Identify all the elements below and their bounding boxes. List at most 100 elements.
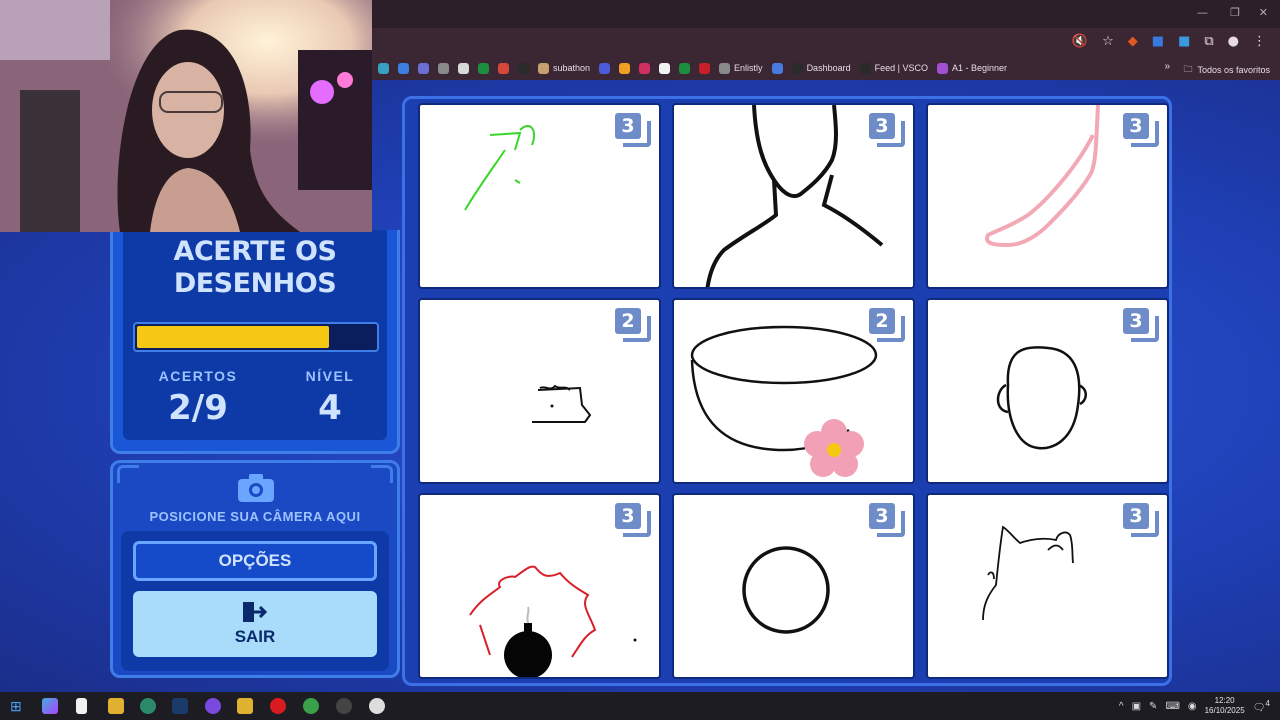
extension-blue-icon[interactable]: ■ — [1178, 34, 1190, 49]
opera-icon[interactable] — [270, 698, 286, 714]
drawing-card-bowl-with-flower[interactable]: 2 — [672, 298, 915, 484]
bookmark-item[interactable] — [659, 62, 671, 74]
webcam-feed — [0, 0, 372, 232]
bookmark-item[interactable] — [438, 62, 449, 74]
bookmark-item[interactable] — [771, 62, 783, 74]
clock[interactable]: 12:20 16/10/2025 — [1205, 696, 1245, 716]
bookmark-favicon-icon — [518, 62, 529, 74]
app-icon[interactable] — [140, 698, 156, 714]
bookmark-item[interactable] — [458, 62, 469, 74]
points-badge: 2 — [869, 308, 905, 342]
tray-chevron-icon[interactable]: ^ — [1119, 701, 1124, 712]
camera-icon — [238, 474, 274, 502]
notifications-icon[interactable]: 🗨4 — [1253, 698, 1270, 713]
drawings-board: 3 3 3 2 2 3 3 3 3 — [402, 96, 1172, 686]
points-badge: 3 — [1123, 113, 1159, 147]
bookmark-label: Enlistly — [734, 63, 763, 73]
badge-value: 3 — [1123, 308, 1149, 334]
minimize-icon[interactable]: — — [1197, 6, 1208, 19]
drawing-card-neck[interactable]: 3 — [672, 103, 915, 289]
copilot-icon[interactable] — [42, 698, 58, 714]
hits-label: ACERTOS — [158, 368, 238, 384]
chrome-icon[interactable] — [303, 698, 319, 714]
score-panel: ACERTE OS DESENHOS ACERTOS 2/9 NÍVEL 4 — [110, 230, 400, 454]
badge-value: 3 — [615, 113, 641, 139]
system-tray: ^ ▣ ✎ ⌨ ◉ 12:20 16/10/2025 🗨4 — [1119, 692, 1280, 720]
bookmark-favicon-icon — [478, 62, 489, 74]
obs-icon[interactable] — [336, 698, 352, 714]
profile-avatar-icon[interactable]: ● — [1228, 34, 1239, 49]
score-panel-inner: ACERTE OS DESENHOS ACERTOS 2/9 NÍVEL 4 — [123, 230, 387, 440]
mute-icon[interactable]: 🔇 — [1072, 34, 1088, 49]
exit-button[interactable]: SAIR — [133, 591, 377, 657]
steam-icon[interactable] — [172, 698, 188, 714]
drawing-card-circle[interactable]: 3 — [672, 493, 915, 679]
bookmark-favicon-icon — [538, 62, 549, 74]
drawing-card-cat[interactable]: 3 — [926, 493, 1169, 679]
exit-label: SAIR — [234, 627, 276, 646]
bookmark-item[interactable]: subathon — [538, 62, 590, 74]
badge-value: 2 — [869, 308, 895, 334]
camera-frame-corner — [117, 465, 139, 483]
bookmark-item[interactable] — [699, 62, 711, 74]
badge-value: 3 — [1123, 503, 1149, 529]
tray-network-icon[interactable]: ◉ — [1188, 701, 1197, 712]
bookmark-item[interactable] — [599, 62, 611, 74]
tray-pen-icon[interactable]: ✎ — [1149, 701, 1157, 712]
options-button[interactable]: OPÇÕES — [133, 541, 377, 581]
drawing-card-green-sketch[interactable]: 3 — [418, 103, 661, 289]
star-icon[interactable]: ☆ — [1102, 34, 1114, 49]
menu-dots-icon[interactable]: ⋮ — [1253, 34, 1266, 49]
points-badge: 3 — [869, 503, 905, 537]
restore-icon[interactable]: ❐ — [1230, 6, 1240, 19]
bookmark-favicon-icon — [791, 62, 803, 74]
close-icon[interactable]: ✕ — [1259, 6, 1268, 19]
bookmark-item[interactable] — [378, 62, 389, 74]
bookmark-item[interactable] — [639, 62, 651, 74]
points-badge: 2 — [615, 308, 651, 342]
bookmark-favicon-icon — [719, 62, 731, 74]
drawing-card-foot[interactable]: 3 — [926, 103, 1169, 289]
bookmark-favicon-icon — [398, 62, 409, 74]
tray-app-icon[interactable]: ▣ — [1132, 701, 1141, 712]
badge-value: 2 — [615, 308, 641, 334]
camera-panel: POSICIONE SUA CÂMERA AQUI OPÇÕES SAIR — [110, 460, 400, 678]
drawing-card-small-shape[interactable]: 2 — [418, 298, 661, 484]
file-explorer-icon[interactable] — [237, 698, 253, 714]
folder-app-icon[interactable] — [108, 698, 124, 714]
camera-instruction: POSICIONE SUA CÂMERA AQUI — [149, 509, 361, 524]
extension-fox-icon[interactable]: ◆ — [1128, 34, 1138, 49]
drawing-card-head[interactable]: 3 — [926, 298, 1169, 484]
bookmark-favicon-icon — [498, 62, 509, 74]
game-title: ACERTE OS DESENHOS — [123, 236, 387, 300]
bookmark-label: A1 - Beginner — [951, 63, 1007, 73]
bookmark-favicon-icon — [438, 62, 449, 74]
notification-count: 4 — [1265, 698, 1270, 709]
bookmark-item[interactable]: Dashboard — [791, 62, 851, 74]
bookmark-item[interactable] — [418, 62, 429, 74]
bookmark-item[interactable] — [679, 62, 691, 74]
bookmark-item[interactable]: Feed | VSCO — [859, 62, 928, 74]
extension-shield-icon[interactable]: ■ — [1152, 34, 1164, 49]
settings-gear-icon[interactable] — [369, 698, 385, 714]
bookmark-item[interactable] — [398, 62, 409, 74]
bookmark-favicon-icon — [619, 62, 631, 74]
tray-keyboard-icon[interactable]: ⌨ — [1165, 701, 1179, 712]
webcam-overlay — [0, 0, 372, 232]
progress-bar — [133, 322, 379, 352]
game-title-line2: DESENHOS — [173, 268, 337, 299]
bookmark-item[interactable]: Enlistly — [719, 62, 763, 74]
bookmark-item[interactable] — [619, 62, 631, 74]
camera-buttons-area: OPÇÕES SAIR — [121, 531, 389, 671]
discord-icon[interactable] — [205, 698, 221, 714]
exit-door-icon — [243, 602, 267, 622]
bookmark-item[interactable] — [498, 62, 509, 74]
extensions-puzzle-icon[interactable]: ⧉ — [1204, 34, 1213, 49]
bookmark-item[interactable]: A1 - Beginner — [936, 62, 1007, 74]
notepad-icon[interactable] — [76, 698, 87, 714]
bookmark-item[interactable] — [518, 62, 529, 74]
drawing-card-bomb-explosion[interactable]: 3 — [418, 493, 661, 679]
bookmark-favicon-icon — [639, 62, 651, 74]
bookmark-item[interactable] — [478, 62, 489, 74]
windows-start-icon[interactable]: ⊞ — [10, 698, 26, 714]
